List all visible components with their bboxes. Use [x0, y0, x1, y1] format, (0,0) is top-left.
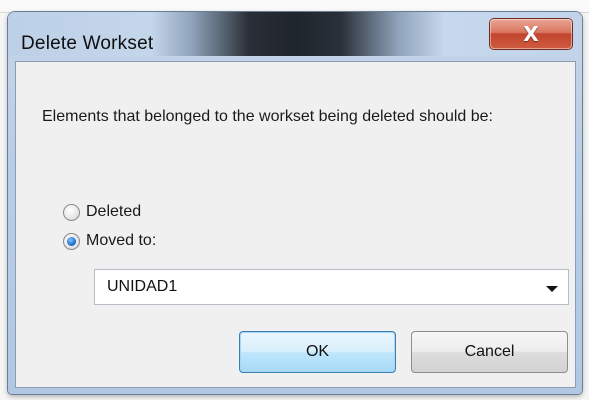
ok-button[interactable]: OK [239, 331, 396, 373]
radio-deleted-label: Deleted [86, 203, 142, 220]
radio-deleted[interactable] [63, 203, 80, 221]
close-button[interactable]: X [490, 19, 572, 49]
delete-workset-dialog: Delete Workset X Elements that belonged … [8, 12, 582, 394]
dialog-body: Elements that belonged to the workset be… [15, 61, 576, 388]
target-workset-dropdown[interactable]: UNIDAD1 [94, 269, 569, 305]
dialog-title: Delete Workset [21, 33, 154, 54]
dialog-titlebar: Delete Workset X [8, 12, 582, 56]
cancel-button-label: Cancel [464, 343, 515, 360]
dialog-message: Elements that belonged to the workset be… [42, 108, 493, 125]
ok-button-label: OK [305, 343, 330, 360]
radio-moved[interactable] [63, 232, 80, 250]
radio-moved-label: Moved to: [86, 232, 157, 249]
target-workset-value: UNIDAD1 [107, 278, 178, 295]
radio-option-deleted[interactable]: Deleted [63, 203, 141, 221]
radio-option-moved[interactable]: Moved to: [63, 232, 156, 250]
close-icon: X [523, 22, 539, 46]
dropdown-arrow-icon[interactable] [546, 286, 558, 292]
cancel-button[interactable]: Cancel [411, 331, 568, 373]
